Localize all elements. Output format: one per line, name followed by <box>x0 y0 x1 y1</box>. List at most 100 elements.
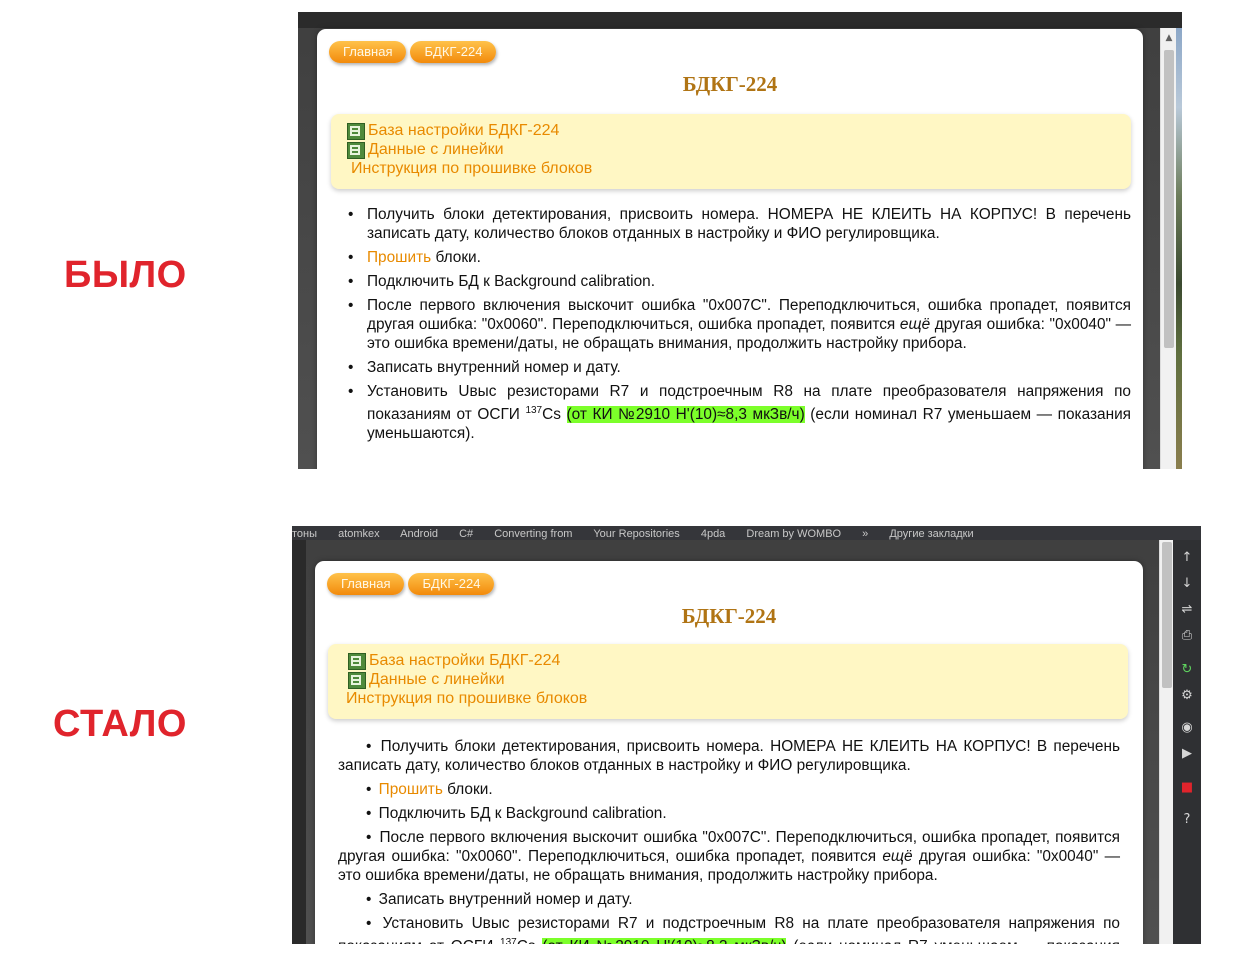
doc-link-label: Инструкция по прошивке блоков <box>346 690 588 707</box>
isotope-symbol: Cs <box>517 938 536 944</box>
stop-record-icon[interactable]: ■ <box>1173 780 1201 795</box>
scroll-top-icon[interactable]: ↑ <box>1173 550 1201 565</box>
scroll-up-icon[interactable]: ▲ <box>1161 32 1177 44</box>
before-screenshot: ▲ Главная БДКГ-224 БДКГ-224 База настрой… <box>298 12 1182 469</box>
step-text: Записать внутренний номер и дату. <box>378 891 633 908</box>
bullet: • <box>366 781 372 798</box>
list-item: • Установить Uвыс резисторами R7 и подст… <box>338 914 1120 944</box>
bullet: • <box>348 206 354 223</box>
isotope-mass: 137 <box>500 937 517 944</box>
doc-link-settings-base[interactable]: База настройки БДКГ-224 <box>347 122 559 140</box>
scrollbar-thumb[interactable] <box>1164 50 1174 348</box>
list-item: • После первого включения выскочит ошибк… <box>338 828 1120 885</box>
documents-box: База настройки БДКГ-224 Данные с линейки… <box>331 114 1131 189</box>
flash-link[interactable]: Прошить <box>379 781 443 798</box>
other-bookmarks[interactable]: Другие закладки <box>889 528 973 540</box>
before-label: БЫЛО <box>64 254 187 296</box>
bookmark[interactable]: Converting from <box>494 528 572 540</box>
page-title: БДКГ-224 <box>681 604 777 628</box>
page-title: БДКГ-224 <box>682 72 778 96</box>
list-item: • Прошить блоки. <box>338 780 1120 799</box>
step-emphasis: ещё <box>899 316 931 333</box>
camera-icon[interactable]: ◉ <box>1173 720 1201 735</box>
bullet: • <box>348 297 354 314</box>
breadcrumb: Главная БДКГ-224 <box>327 573 498 595</box>
help-icon[interactable]: ? <box>1173 812 1201 827</box>
gear-icon[interactable]: ⚙ <box>1173 688 1201 703</box>
bookmark[interactable]: atomkex <box>338 528 380 540</box>
step-text: блоки. <box>442 781 493 798</box>
page-card: Главная БДКГ-224 БДКГ-224 База настройки… <box>317 29 1143 469</box>
bookmark[interactable]: Android <box>400 528 438 540</box>
list-item: • Установить Uвыс резисторами R7 и подст… <box>348 382 1131 443</box>
doc-link-label: Данные с линейки <box>369 671 505 688</box>
print-icon[interactable]: ⎙ <box>1173 628 1201 643</box>
doc-link-ruler-data[interactable]: Данные с линейки <box>348 671 505 689</box>
list-item: • Записать внутренний номер и дату. <box>338 890 1120 909</box>
spreadsheet-icon <box>347 141 365 159</box>
list-item: • Получить блоки детектирования, присвои… <box>348 205 1131 243</box>
scroll-bottom-icon[interactable]: ↓ <box>1173 576 1201 591</box>
list-item: • Записать внутренний номер и дату. <box>348 358 1131 377</box>
step-text: Получить блоки детектирования, присвоить… <box>367 206 1131 242</box>
page-card: Главная БДКГ-224 БДКГ-224 База настройки… <box>315 561 1143 944</box>
bullet: • <box>366 829 372 846</box>
video-icon[interactable]: ▶ <box>1173 746 1201 761</box>
highlighted-reference: (от КИ №2910 H'(10)≈8,3 мкЗв/ч) <box>566 406 805 424</box>
step-text: блоки. <box>431 249 481 266</box>
doc-link-firmware-instructions[interactable]: Инструкция по прошивке блоков <box>351 160 592 178</box>
step-text: Подключить БД к Background calibration. <box>378 805 667 822</box>
browser-top-strip <box>298 12 1182 28</box>
isotope-mass: 137 <box>525 405 543 416</box>
bookmark[interactable]: 4pda <box>701 528 725 540</box>
bookmarks-overflow[interactable]: » <box>862 528 868 540</box>
steps-list: • Получить блоки детектирования, присвои… <box>348 205 1131 448</box>
scrollbar-thumb[interactable] <box>1162 542 1172 688</box>
doc-link-label: Инструкция по прошивке блоков <box>351 160 593 177</box>
highlighted-reference: (от КИ №2910 H'(10)≈8,3 мкЗв/ч) <box>542 938 787 944</box>
background-landscape <box>1176 28 1182 469</box>
after-label: СТАЛО <box>53 703 187 745</box>
bookmark[interactable]: C# <box>459 528 473 540</box>
bookmark[interactable]: тоны <box>292 528 317 540</box>
step-emphasis: ещё <box>882 848 913 865</box>
spreadsheet-icon <box>348 652 366 670</box>
vertical-scrollbar[interactable]: ▲ <box>1160 28 1177 469</box>
isotope-symbol: Cs <box>542 406 561 424</box>
bookmarks-bar: тоны atomkex Android C# Converting from … <box>292 526 1201 540</box>
list-item: • Получить блоки детектирования, присвои… <box>338 737 1120 775</box>
breadcrumb-home[interactable]: Главная <box>329 41 407 63</box>
side-toolbar: ↑ ↓ ⇌ ⎙ ↻ ⚙ ◉ ▶ ■ ? <box>1173 540 1201 944</box>
bookmark[interactable]: Dream by WOMBO <box>746 528 841 540</box>
bullet: • <box>366 891 372 908</box>
doc-link-label: База настройки БДКГ-224 <box>368 122 560 139</box>
breadcrumb-current[interactable]: БДКГ-224 <box>410 41 497 63</box>
spreadsheet-icon <box>348 671 366 689</box>
flash-link[interactable]: Прошить <box>367 249 431 266</box>
after-screenshot: тоны atomkex Android C# Converting from … <box>292 526 1201 944</box>
breadcrumb-current[interactable]: БДКГ-224 <box>408 573 495 595</box>
bookmark[interactable]: Your Repositories <box>593 528 679 540</box>
doc-link-label: База настройки БДКГ-224 <box>369 652 561 669</box>
doc-link-firmware-instructions[interactable]: Инструкция по прошивке блоков <box>346 690 587 708</box>
list-item: • Подключить БД к Background calibration… <box>338 804 1120 823</box>
bullet: • <box>348 383 354 400</box>
bullet: • <box>366 805 372 822</box>
wrap-icon[interactable]: ⇌ <box>1173 602 1201 617</box>
left-edge <box>292 540 306 944</box>
bullet: • <box>348 359 354 376</box>
breadcrumb: Главная БДКГ-224 <box>329 41 500 63</box>
vertical-scrollbar[interactable] <box>1159 540 1174 944</box>
step-text: Записать внутренний номер и дату. <box>367 359 621 376</box>
breadcrumb-home[interactable]: Главная <box>327 573 405 595</box>
bullet: • <box>366 915 372 932</box>
step-text: Получить блоки детектирования, присвоить… <box>338 738 1120 774</box>
bullet: • <box>348 273 354 290</box>
doc-link-ruler-data[interactable]: Данные с линейки <box>347 141 504 159</box>
refresh-icon[interactable]: ↻ <box>1173 662 1201 677</box>
doc-link-label: Данные с линейки <box>368 141 504 158</box>
bullet: • <box>348 249 354 266</box>
bullet: • <box>366 738 372 755</box>
doc-link-settings-base[interactable]: База настройки БДКГ-224 <box>348 652 560 670</box>
documents-box: База настройки БДКГ-224 Данные с линейки… <box>328 644 1128 719</box>
